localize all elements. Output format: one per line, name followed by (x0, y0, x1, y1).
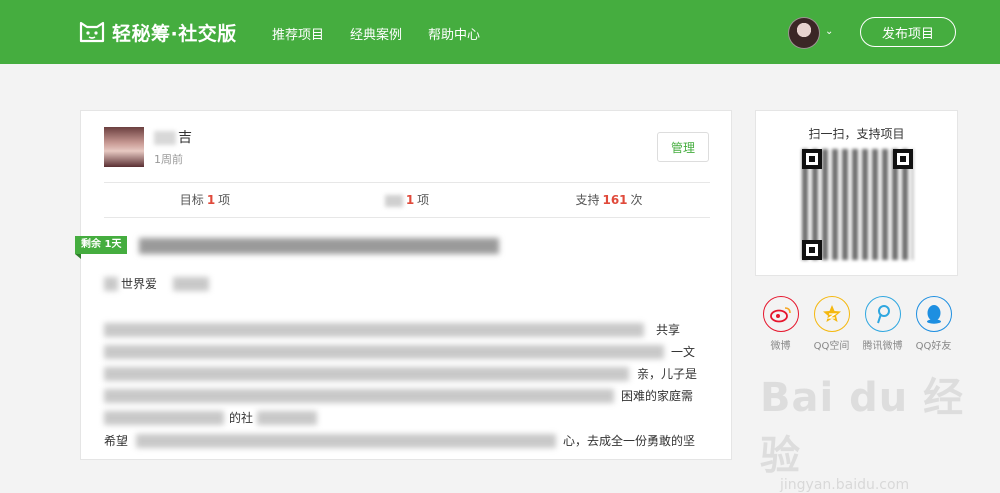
greeting-text: 世界爱 (121, 277, 158, 291)
redacted-text (173, 277, 209, 291)
redacted-text (104, 367, 629, 381)
logo-icon (79, 21, 105, 43)
chevron-down-icon[interactable]: ⌄ (825, 26, 833, 37)
stat-completed-value: 1 (405, 193, 415, 207)
qr-finder (893, 149, 913, 169)
share-weibo[interactable]: 微博 (755, 296, 806, 352)
brand-logo[interactable]: 轻秘筹·社交版 (78, 17, 237, 47)
redacted-text (104, 411, 224, 425)
author-name-suffix: 吉 (178, 130, 192, 146)
redacted-text (136, 434, 556, 448)
share-qq[interactable]: QQ好友 (908, 296, 959, 352)
author-name[interactable]: 吉 (154, 127, 192, 147)
stat-target: 目标 1 项 (104, 183, 306, 217)
top-navbar: 轻秘筹·社交版 推荐项目 经典案例 帮助中心 ⌄ 发布项目 (0, 0, 1000, 64)
stat-completed-unit: 项 (417, 193, 430, 207)
stat-target-value: 1 (206, 193, 216, 207)
divider (104, 217, 710, 218)
nav-recommended[interactable]: 推荐项目 (272, 24, 324, 43)
stat-support-value: 161 (602, 193, 628, 207)
body-line-fragment: 心，去成全一份勇敢的坚 (563, 434, 696, 448)
redacted-text (104, 323, 644, 337)
stat-support-unit: 次 (630, 193, 643, 207)
watermark-brand: Bai du 经验 (760, 375, 965, 479)
publish-project-button[interactable]: 发布项目 (860, 17, 956, 47)
share-qzone[interactable]: QQ空间 (806, 296, 857, 352)
project-card: 吉 1周前 管理 目标 1 项 1项 支持 161 次 剩余 1天 世界爱 共享 一文 … (75, 110, 732, 460)
nav-classic-cases[interactable]: 经典案例 (350, 24, 402, 43)
share-buttons: 微博 QQ空间 腾讯微博 QQ好友 (755, 296, 965, 352)
nav-help-center[interactable]: 帮助中心 (428, 24, 480, 43)
main-nav: 推荐项目 经典案例 帮助中心 (272, 24, 506, 43)
redacted-text (104, 389, 614, 403)
qzone-icon[interactable] (813, 296, 850, 332)
redacted-title (139, 238, 499, 254)
tencent-weibo-icon[interactable] (864, 296, 901, 332)
brand-name: 轻秘筹·社交版 (112, 22, 237, 45)
stat-target-label: 目标 (179, 193, 204, 207)
stat-completed: 1项 (306, 183, 508, 217)
stat-support-label: 支持 (575, 193, 600, 207)
redacted-name (154, 131, 176, 145)
qr-card: 扫一扫，支持项目 (755, 110, 958, 276)
stat-target-unit: 项 (218, 193, 231, 207)
body-line-fragment: 一文 (671, 345, 696, 359)
body-line-fragment: 亲，儿子是 (637, 367, 698, 381)
share-tencent-weibo[interactable]: 腾讯微博 (857, 296, 908, 352)
manage-button[interactable]: 管理 (657, 132, 709, 162)
share-label: 腾讯微博 (862, 341, 903, 352)
qr-finder (802, 240, 822, 260)
redacted-label (384, 194, 403, 207)
qr-finder (802, 149, 822, 169)
author-avatar[interactable] (104, 127, 144, 167)
weibo-icon[interactable] (762, 296, 799, 332)
baidu-jingyan-watermark: Bai du 经验 jingyan.baidu.com (760, 365, 970, 493)
body-line-fragment: 共享 (656, 323, 681, 337)
stats-bar: 目标 1 项 1项 支持 161 次 (104, 183, 710, 217)
qr-title: 扫一扫，支持项目 (808, 127, 905, 141)
stat-support: 支持 161 次 (508, 183, 710, 217)
post-time: 1周前 (154, 153, 183, 166)
share-label: QQ空间 (813, 341, 850, 352)
body-line-fragment: 困难的家庭需 (621, 389, 694, 403)
user-avatar-menu[interactable] (788, 17, 820, 49)
redacted-text (104, 345, 664, 359)
redacted-text (104, 277, 118, 291)
redacted-text (257, 411, 317, 425)
share-label: QQ好友 (915, 341, 952, 352)
share-label: 微博 (770, 341, 791, 352)
watermark-url: jingyan.baidu.com (780, 477, 910, 493)
days-left-badge: 剩余 1天 (75, 236, 128, 259)
qq-icon[interactable] (915, 296, 952, 332)
